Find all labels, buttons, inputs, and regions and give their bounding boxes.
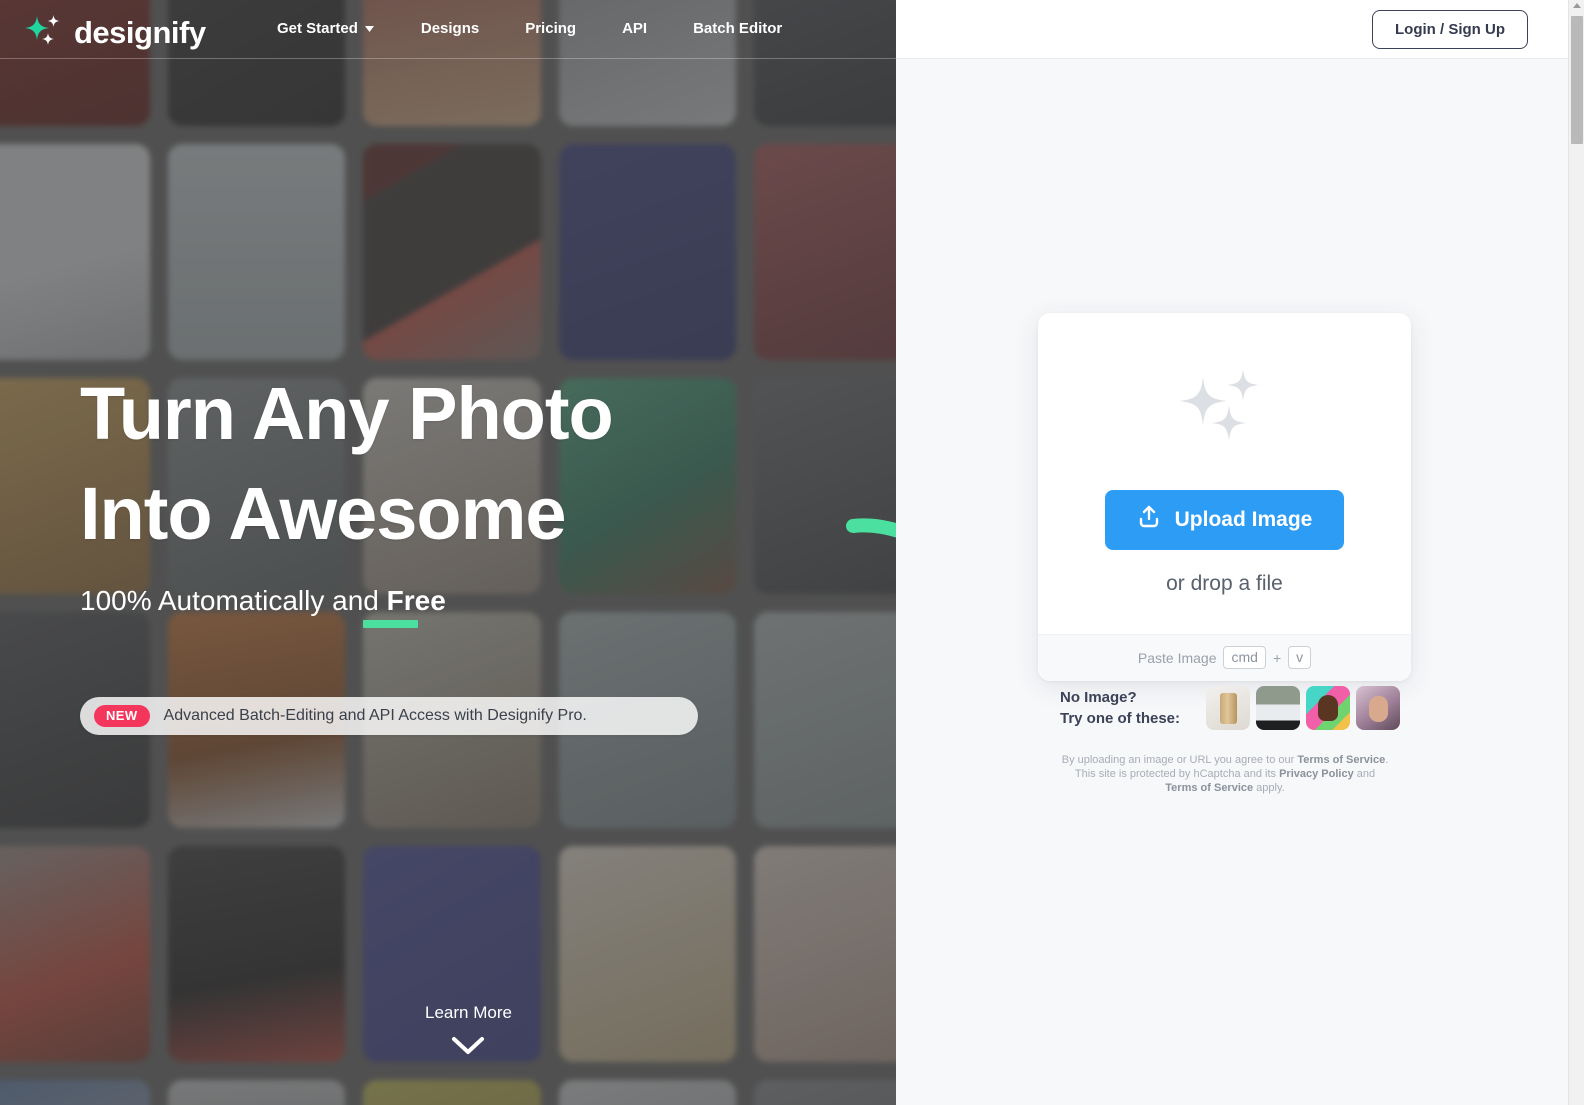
key-plus: + (1272, 649, 1282, 666)
scrollbar-thumb[interactable] (1571, 16, 1583, 144)
terms-of-service-link-2[interactable]: Terms of Service (1165, 782, 1253, 794)
upload-panel: Login / Sign Up Upload Image or drop a f… (896, 0, 1568, 1105)
sample-man-portrait-thumbnail[interactable] (1306, 686, 1351, 730)
sample-white-car-thumbnail[interactable] (1256, 686, 1301, 730)
legal-part-1: By uploading an image or URL you agree t… (1061, 754, 1298, 766)
paste-image-hint[interactable]: Paste Image cmd + v (1038, 634, 1411, 681)
login-signup-button[interactable]: Login / Sign Up (1372, 10, 1528, 49)
panel-topbar: Login / Sign Up (896, 0, 1568, 59)
sample-can-thumbnail[interactable] (1206, 686, 1251, 730)
chevron-down-icon (364, 19, 374, 37)
hero-section: Turn Any Photo Into Awesome 100% Automat… (0, 0, 896, 1105)
brand-name: designify (74, 14, 206, 50)
legal-disclaimer: By uploading an image or URL you agree t… (1060, 753, 1390, 795)
status-badge: NEW (94, 705, 150, 727)
hero-title-line-1: Turn Any Photo (80, 372, 614, 455)
page-root: Turn Any Photo Into Awesome 100% Automat… (0, 0, 1584, 1105)
page-scrollbar[interactable] (1568, 0, 1584, 1105)
header-bar: designify Get Started Designs Pricing AP… (0, 0, 896, 59)
sample-images-section: No Image? Try one of these: (1060, 686, 1401, 730)
hero-subtitle-highlight: Free (386, 585, 446, 616)
nav-item-designs[interactable]: Designs (421, 20, 479, 37)
nav-item-get-started[interactable]: Get Started (277, 19, 374, 37)
terms-of-service-link-1[interactable]: Terms of Service (1297, 754, 1385, 766)
nav-item-label: Get Started (277, 19, 358, 37)
upload-image-button[interactable]: Upload Image (1104, 490, 1345, 550)
key-cmd: cmd (1223, 646, 1266, 669)
page-title: Turn Any Photo Into Awesome (80, 364, 780, 564)
nav-item-batch-editor[interactable]: Batch Editor (693, 20, 782, 37)
chevron-down-icon (425, 1035, 512, 1062)
main-nav: Get Started Designs Pricing API Batch Ed… (277, 19, 782, 37)
sample-images-label: No Image? Try one of these: (1060, 689, 1181, 727)
privacy-policy-link[interactable]: Privacy Policy (1279, 768, 1354, 780)
learn-more-label: Learn More (425, 1003, 512, 1022)
sparkle-diamond-icon (24, 11, 62, 54)
hero-subtitle: 100% Automatically and Free (80, 585, 446, 617)
promo-banner[interactable]: NEW Advanced Batch-Editing and API Acces… (80, 697, 698, 735)
promo-banner-text: Advanced Batch-Editing and API Access wi… (163, 707, 587, 724)
upload-arrow-icon (1137, 504, 1161, 535)
hero-subtitle-prefix: 100% Automatically and (80, 585, 387, 616)
free-underline-accent (363, 620, 418, 628)
paste-image-label: Paste Image (1137, 649, 1217, 666)
upload-image-button-label: Upload Image (1174, 507, 1313, 531)
sample-thumbnail-list (1206, 686, 1401, 730)
nav-item-pricing[interactable]: Pricing (525, 20, 576, 37)
key-v: v (1288, 646, 1312, 669)
legal-part-3: and (1353, 768, 1376, 780)
nav-item-api[interactable]: API (622, 20, 647, 37)
legal-part-4: apply. (1253, 782, 1285, 794)
drop-a-file-text: or drop a file (1166, 572, 1283, 595)
learn-more-button[interactable]: Learn More (425, 1003, 512, 1062)
hero-title-line-2: Into Awesome (80, 472, 567, 555)
brand-logo[interactable]: designify (24, 11, 206, 54)
upload-card: Upload Image or drop a file Paste Image … (1038, 313, 1411, 681)
upload-card-body: Upload Image or drop a file (1038, 313, 1411, 634)
sparkles-icon (1038, 369, 1411, 456)
scroll-up-arrow-icon[interactable] (1573, 3, 1581, 8)
sample-woman-portrait-thumbnail[interactable] (1356, 686, 1401, 730)
